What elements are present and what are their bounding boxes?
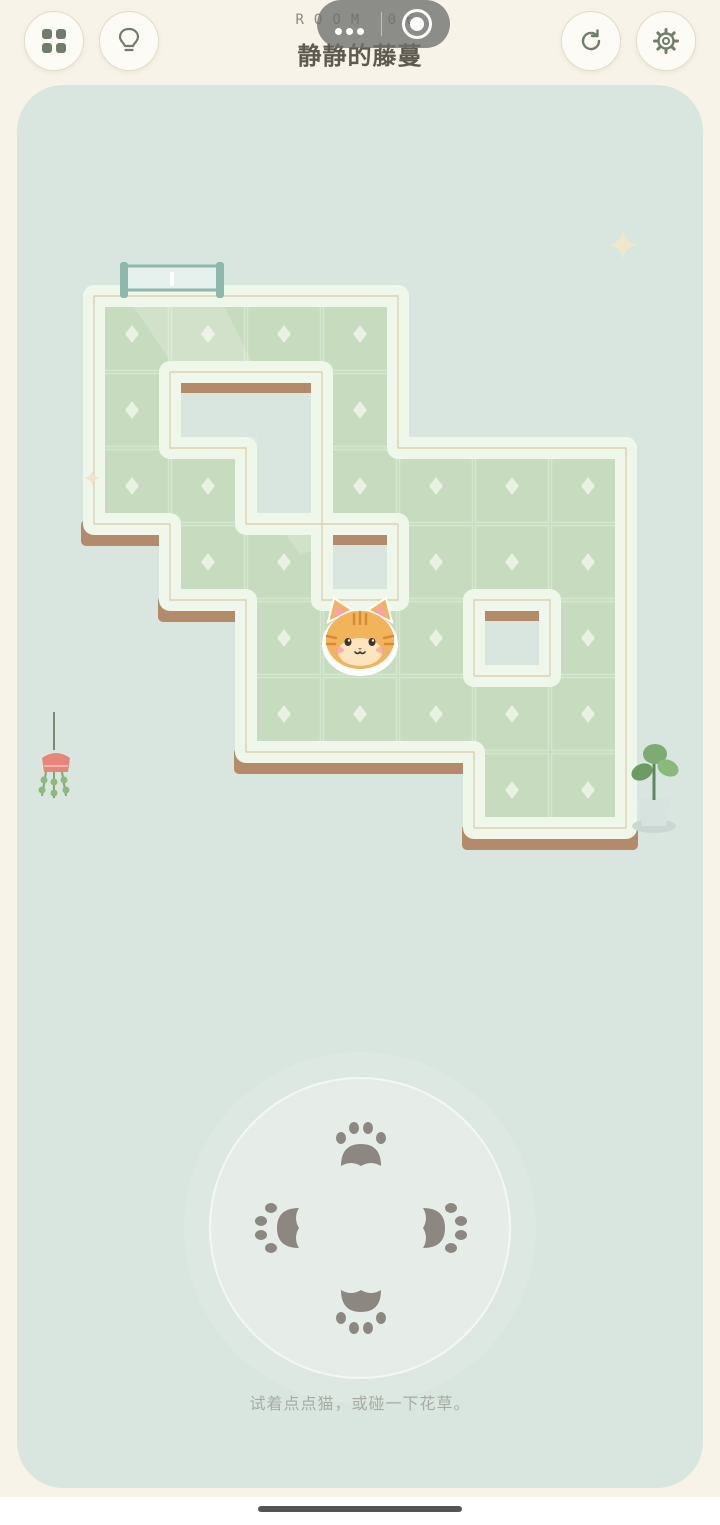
hanging-plant[interactable]: [38, 712, 71, 798]
dpad: [184, 1052, 536, 1404]
game-scene: [38, 230, 679, 1404]
home-indicator[interactable]: [258, 1506, 462, 1512]
sparkle: [609, 230, 637, 260]
hint-text: 试着点点猫，或碰一下花草。: [249, 1394, 471, 1413]
